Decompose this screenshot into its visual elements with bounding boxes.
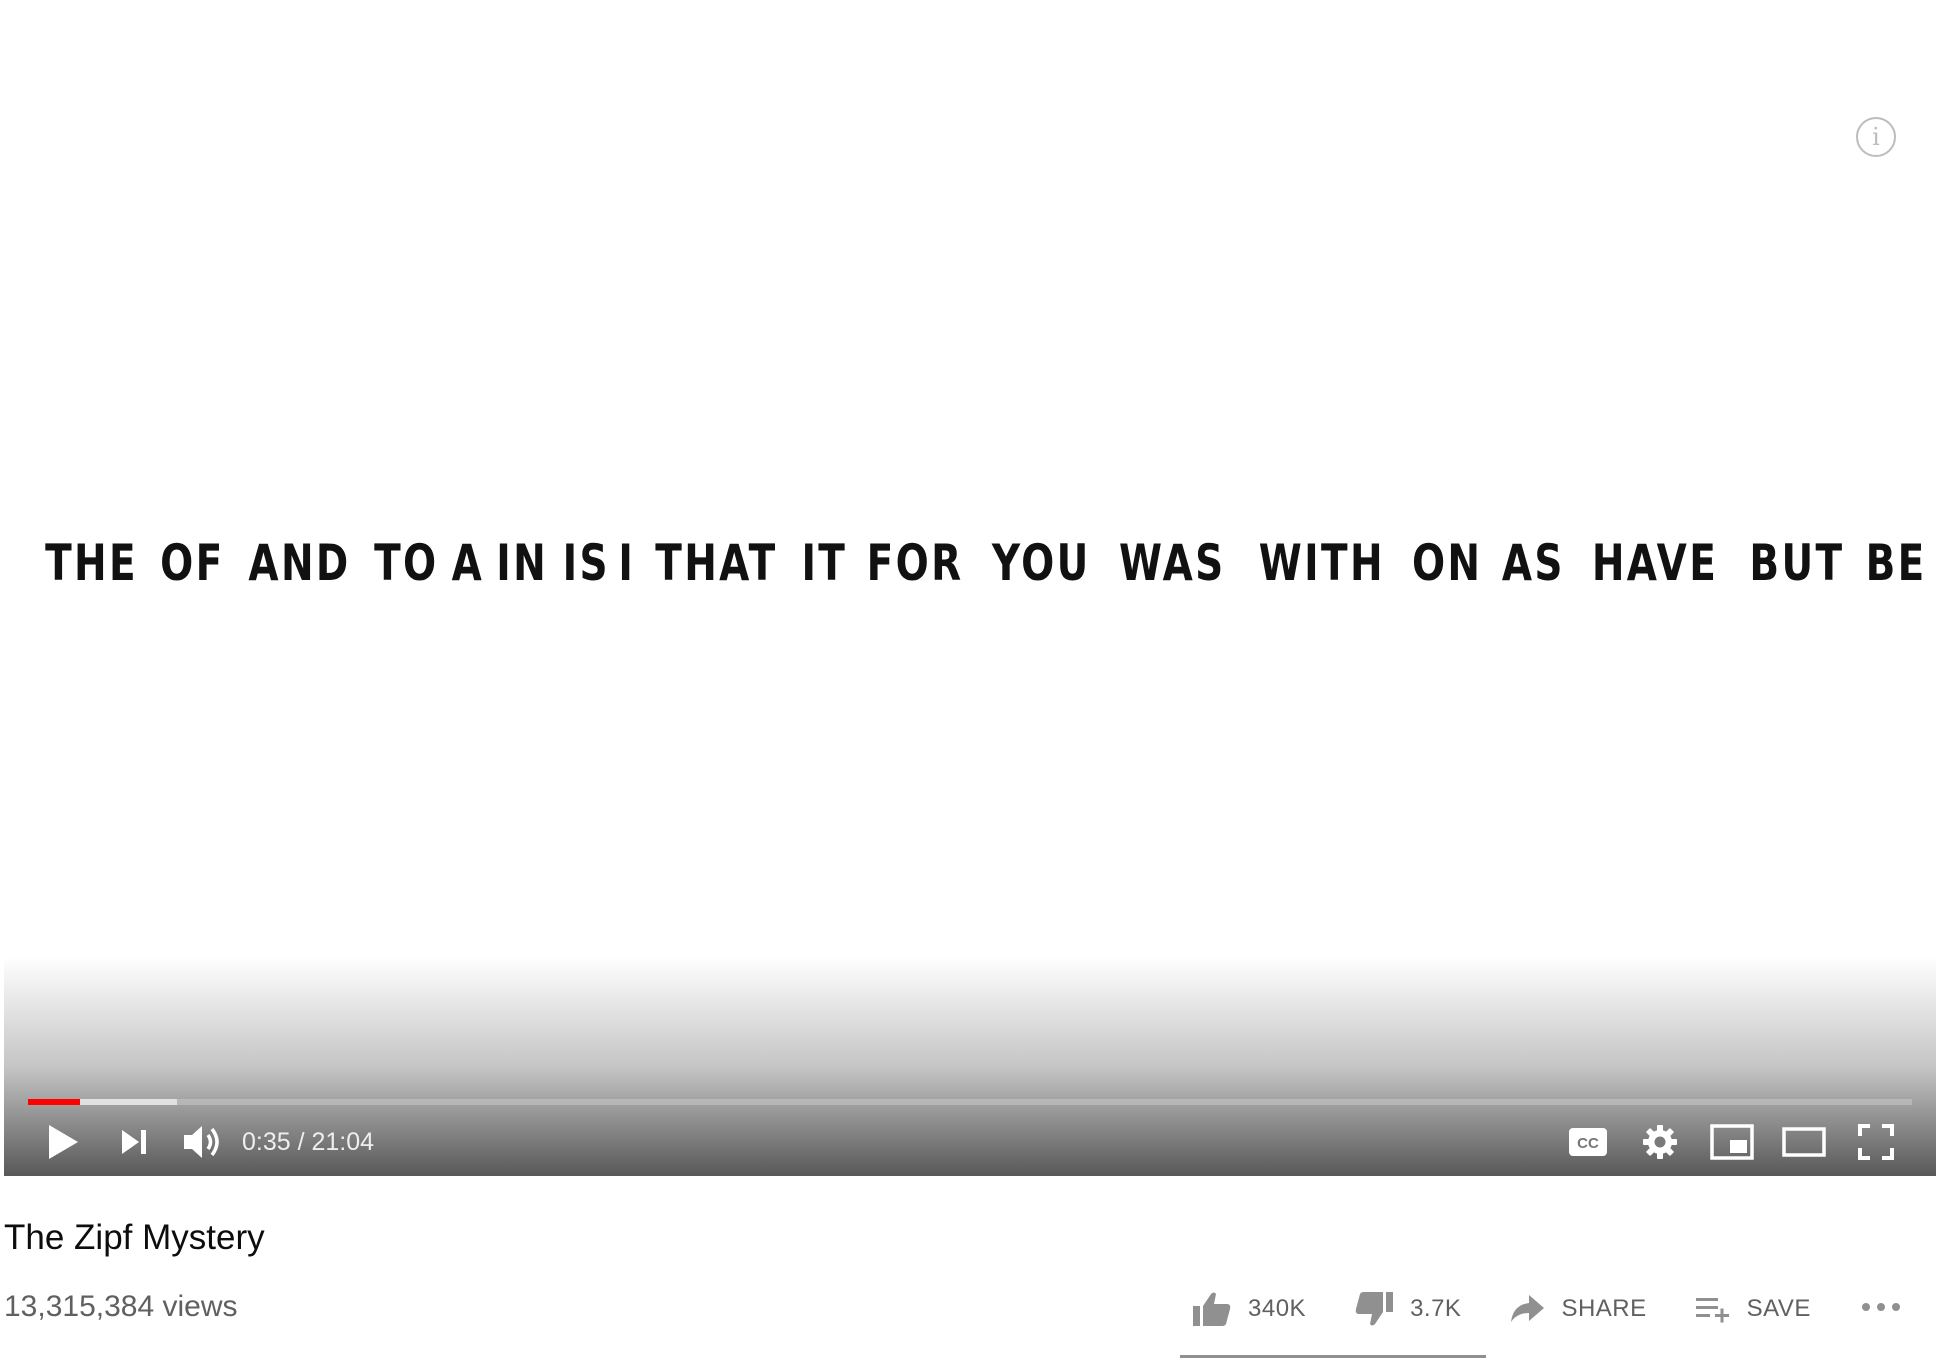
caption-word: IT	[801, 534, 847, 592]
play-icon	[45, 1122, 81, 1162]
video-player[interactable]: THE OF AND TO A IN IS I THAT IT FOR YOU WAS WITH ON AS H…	[4, 0, 1936, 1176]
caption-word: A	[452, 534, 485, 592]
caption-word: WAS	[1119, 534, 1226, 592]
video-actions: 340K 3.7K SHARE SAVE	[1192, 1284, 1901, 1334]
cc-icon: CC	[1568, 1127, 1608, 1157]
thumbs-down-icon	[1354, 1291, 1394, 1327]
caption-word: AND	[248, 534, 351, 592]
caption-word: OF	[160, 534, 225, 592]
caption-word: TO	[373, 534, 439, 592]
progress-played	[28, 1099, 81, 1105]
caption-word: THAT	[655, 534, 778, 592]
share-icon	[1509, 1294, 1545, 1324]
caption-word: IS	[562, 534, 610, 592]
fullscreen-icon	[1858, 1124, 1894, 1160]
like-button[interactable]: 340K	[1192, 1291, 1306, 1327]
caption-word: WITH	[1258, 534, 1385, 592]
on-screen-words: THE OF AND TO A IN IS I THAT IT FOR YOU WAS WITH ON AS H…	[32, 534, 1925, 592]
share-button[interactable]: SHARE	[1509, 1294, 1646, 1324]
theater-icon	[1782, 1127, 1826, 1157]
settings-button[interactable]	[1624, 1118, 1696, 1166]
video-title: The Zipf Mystery	[4, 1218, 265, 1257]
thumbs-up-icon	[1192, 1291, 1232, 1327]
share-label: SHARE	[1561, 1295, 1647, 1322]
fullscreen-button[interactable]	[1840, 1118, 1912, 1166]
like-count: 340K	[1248, 1295, 1307, 1322]
caption-word: YOU	[991, 534, 1091, 592]
caption-word: FOR	[867, 534, 964, 592]
info-icon[interactable]: i	[1856, 117, 1896, 157]
more-actions-button[interactable]	[1861, 1300, 1901, 1318]
caption-word: THE	[45, 534, 139, 592]
next-button[interactable]	[98, 1118, 170, 1166]
save-label: SAVE	[1746, 1295, 1811, 1322]
dislike-button[interactable]: 3.7K	[1354, 1291, 1461, 1327]
save-button[interactable]: SAVE	[1695, 1294, 1811, 1324]
time-display: 0:35 / 21:04	[242, 1127, 375, 1156]
caption-word: ON	[1412, 534, 1483, 592]
svg-text:CC: CC	[1577, 1135, 1599, 1152]
caption-word: BE	[1865, 534, 1928, 592]
miniplayer-button[interactable]	[1696, 1118, 1768, 1166]
page: THE OF AND TO A IN IS I THAT IT FOR YOU WAS WITH ON AS H…	[0, 0, 1940, 1358]
controls-bar: 0:35 / 21:04 CC	[28, 1118, 1912, 1166]
dislike-count: 3.7K	[1410, 1295, 1462, 1322]
play-button[interactable]	[28, 1118, 98, 1166]
caption-word: AS	[1501, 534, 1565, 592]
playlist-add-icon	[1695, 1294, 1731, 1324]
more-horizontal-icon	[1861, 1300, 1901, 1318]
volume-button[interactable]	[170, 1118, 236, 1166]
progress-bar[interactable]	[28, 1099, 1912, 1105]
miniplayer-icon	[1710, 1124, 1754, 1160]
caption-word: IN	[496, 534, 549, 592]
theater-mode-button[interactable]	[1768, 1118, 1840, 1166]
view-count: 13,315,384 views	[4, 1290, 238, 1323]
next-icon	[119, 1127, 149, 1157]
captions-button[interactable]: CC	[1552, 1118, 1624, 1166]
caption-word: I	[618, 534, 636, 592]
caption-word: HAVE	[1591, 534, 1718, 592]
caption-word: BUT	[1748, 534, 1844, 592]
volume-icon	[182, 1123, 224, 1161]
gear-icon	[1641, 1123, 1679, 1161]
